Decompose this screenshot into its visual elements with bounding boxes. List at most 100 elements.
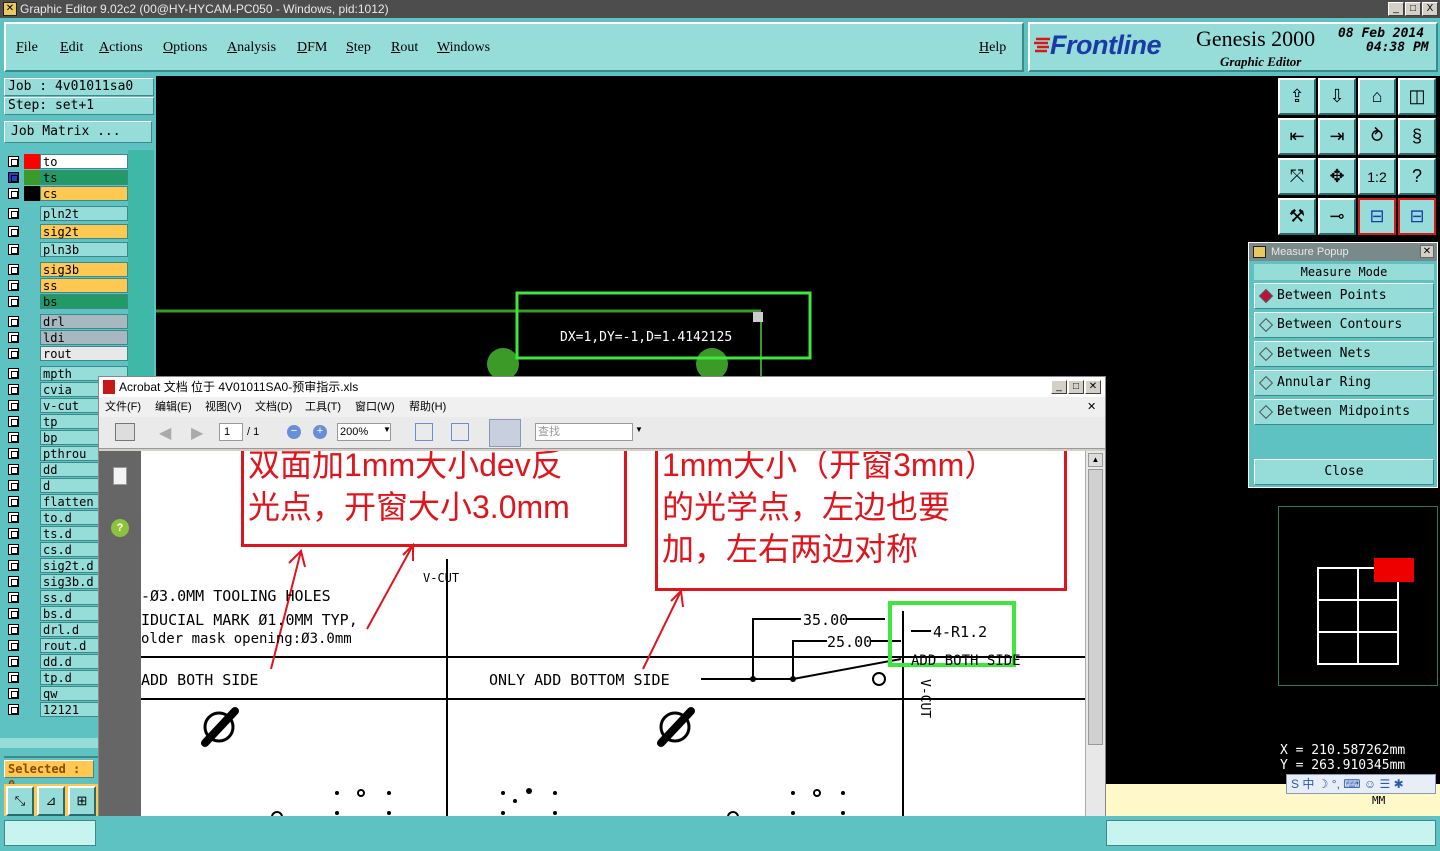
help-icon[interactable]: ? <box>111 519 129 537</box>
layer-row[interactable]: ldi <box>6 330 128 345</box>
layer-row[interactable]: rout <box>6 346 128 361</box>
layer-name[interactable]: sig2t <box>40 224 128 239</box>
layer-checkbox[interactable] <box>8 368 19 379</box>
layer-checkbox[interactable] <box>8 496 19 507</box>
popup-close-icon[interactable]: ✕ <box>1420 245 1434 258</box>
layer-row[interactable]: drl <box>6 314 128 329</box>
measure-popup-titlebar[interactable]: Measure Popup ✕ <box>1249 243 1437 261</box>
layer-name[interactable]: ts <box>40 170 128 185</box>
acrobat-titlebar[interactable]: Acrobat 文档 位于 4V01011SA0-预审指示.xls _ □ ✕ <box>99 377 1105 397</box>
next-icon[interactable]: ⇥ <box>1318 118 1356 155</box>
minimize-button[interactable]: _ <box>1388 2 1404 16</box>
menu-windows[interactable]: Windows <box>437 40 490 56</box>
acrobat-menu-document[interactable]: 文档(D) <box>255 397 292 417</box>
layer-checkbox[interactable] <box>8 188 19 199</box>
layer-checkbox[interactable] <box>8 576 19 587</box>
snap-icon[interactable]: ⊿ <box>37 786 65 816</box>
layer-row[interactable]: ss <box>6 278 128 293</box>
window-icon[interactable]: ◫ <box>1398 78 1436 115</box>
acrobat-scrollbar[interactable]: ▲ <box>1085 451 1105 851</box>
layer-checkbox[interactable] <box>8 226 19 237</box>
layer-checkbox[interactable] <box>8 592 19 603</box>
zoom-area-icon[interactable]: ⤡ <box>6 786 34 816</box>
layer-row[interactable]: ts <box>6 170 128 185</box>
ime-toolbar[interactable]: S 中 ☽ °, ⌨ ☺ ☰ ✱ <box>1286 774 1436 794</box>
next-page-icon[interactable]: ▶ <box>191 423 203 443</box>
prev-icon[interactable]: ⇤ <box>1278 118 1316 155</box>
layers-icon[interactable]: ⊟ <box>1358 198 1396 235</box>
layer-checkbox[interactable] <box>8 448 19 459</box>
close-button[interactable]: X <box>1422 2 1438 16</box>
open-icon[interactable]: ⇪ <box>1278 78 1316 115</box>
job-matrix-button[interactable]: Job Matrix ... <box>4 121 152 143</box>
layer-checkbox[interactable] <box>8 528 19 539</box>
measure-option-annular-ring[interactable]: Annular Ring <box>1254 370 1434 396</box>
layer-name[interactable]: sig3b <box>40 262 128 277</box>
menu-actions[interactable]: Actions <box>99 40 143 56</box>
layer-checkbox[interactable] <box>8 172 19 183</box>
acrobat-menu-window[interactable]: 窗口(W) <box>355 397 395 417</box>
layer-row[interactable]: to <box>6 154 128 169</box>
pdf-document-page[interactable]: 双面加1mm大小dev反 光点，开窗大小3.0mm 1mm大小（开窗3mm） 的… <box>141 451 1085 851</box>
layer-checkbox[interactable] <box>8 156 19 167</box>
layer-checkbox[interactable] <box>8 608 19 619</box>
layer-checkbox[interactable] <box>8 704 19 715</box>
measure-option-between-nets[interactable]: Between Nets <box>1254 341 1434 367</box>
measure-option-between-midpoints[interactable]: Between Midpoints <box>1254 399 1434 425</box>
prev-page-icon[interactable]: ◀ <box>159 423 171 443</box>
measure-option-between-points[interactable]: Between Points <box>1254 283 1434 309</box>
loop-icon[interactable]: ⥁ <box>1358 118 1396 155</box>
layer-checkbox[interactable] <box>8 316 19 327</box>
layer-name[interactable]: drl <box>40 314 128 329</box>
menu-help[interactable]: Help <box>979 40 1006 56</box>
layer-row[interactable]: bs <box>6 294 128 309</box>
layers2-icon[interactable]: ⊟ <box>1398 198 1436 235</box>
acrobat-minimize-button[interactable]: _ <box>1051 380 1067 394</box>
acrobat-close-button[interactable]: ✕ <box>1085 380 1101 394</box>
save-icon[interactable]: ⇩ <box>1318 78 1356 115</box>
scroll-thumb[interactable] <box>1088 469 1103 745</box>
search-input[interactable]: 查找 <box>535 423 633 441</box>
layer-checkbox[interactable] <box>8 264 19 275</box>
center-icon[interactable]: ✥ <box>1318 158 1356 195</box>
layer-checkbox[interactable] <box>8 480 19 491</box>
acrobat-menu-edit[interactable]: 编辑(E) <box>155 397 192 417</box>
pages-panel-icon[interactable] <box>113 467 127 485</box>
layer-name[interactable]: bs <box>40 294 128 309</box>
layer-checkbox[interactable] <box>8 280 19 291</box>
maximize-button[interactable]: □ <box>1405 2 1421 16</box>
fit-page-icon[interactable] <box>451 423 469 441</box>
layer-checkbox[interactable] <box>8 688 19 699</box>
layer-checkbox[interactable] <box>8 464 19 475</box>
home-icon[interactable]: ⌂ <box>1358 78 1396 115</box>
print-icon[interactable] <box>115 423 135 441</box>
layer-checkbox[interactable] <box>8 640 19 651</box>
layer-checkbox[interactable] <box>8 512 19 523</box>
scroll-up-icon[interactable]: ▲ <box>1088 453 1103 467</box>
layer-checkbox[interactable] <box>8 432 19 443</box>
menu-dfm[interactable]: DFM <box>297 40 327 56</box>
layer-checkbox[interactable] <box>8 400 19 411</box>
ratio-icon[interactable]: 1:2 <box>1358 158 1396 195</box>
layer-name[interactable]: to <box>40 154 128 169</box>
layer-checkbox[interactable] <box>8 332 19 343</box>
layer-name[interactable]: rout <box>40 346 128 361</box>
single-page-icon[interactable] <box>489 419 521 447</box>
fit-icon[interactable]: ⤧ <box>1278 158 1316 195</box>
acrobat-doc-close-icon[interactable]: ✕ <box>1087 397 1096 417</box>
layer-name[interactable]: pln2t <box>40 206 128 221</box>
layer-checkbox[interactable] <box>8 296 19 307</box>
grid-icon[interactable]: ⊞ <box>68 786 96 816</box>
layer-checkbox[interactable] <box>8 656 19 667</box>
layer-row[interactable]: cs <box>6 186 128 201</box>
layer-checkbox[interactable] <box>8 544 19 555</box>
layer-checkbox[interactable] <box>8 560 19 571</box>
measure-close-button[interactable]: Close <box>1254 459 1434 485</box>
overview-map[interactable] <box>1306 556 1436 676</box>
layer-name[interactable]: ldi <box>40 330 128 345</box>
layer-row[interactable]: sig2t <box>6 224 128 239</box>
layer-name[interactable]: cs <box>40 186 128 201</box>
menu-analysis[interactable]: Analysis <box>227 40 276 56</box>
fit-width-icon[interactable] <box>415 423 433 441</box>
layer-checkbox[interactable] <box>8 348 19 359</box>
